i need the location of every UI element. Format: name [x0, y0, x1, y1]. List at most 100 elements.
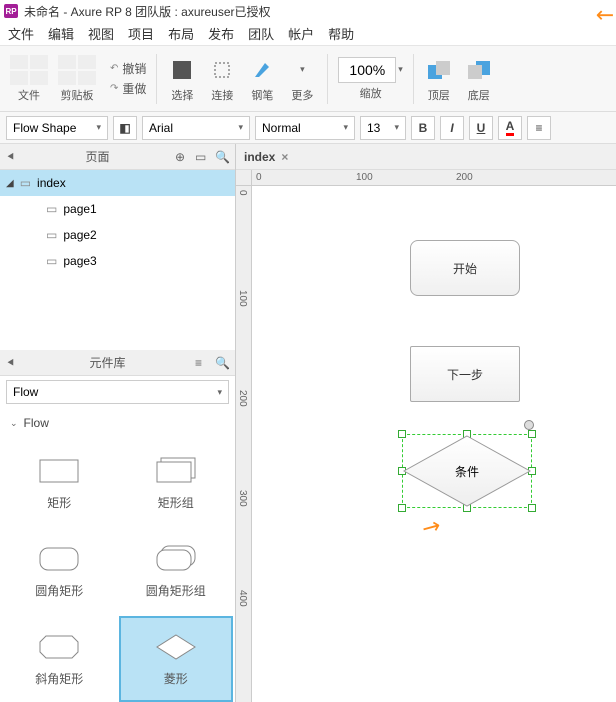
text-color-button[interactable]: A: [498, 116, 522, 140]
zoom-input[interactable]: 100%: [338, 57, 396, 83]
ruler-horizontal: 0 100 200: [252, 170, 616, 186]
widget-rectangle[interactable]: 矩形: [2, 440, 117, 526]
page-icon: ▭: [46, 254, 57, 268]
pages-panel-header: ⯇ 页面 ⊕ ▭ 🔍: [0, 144, 235, 170]
separator: [327, 54, 328, 104]
menu-layout[interactable]: 布局: [168, 24, 194, 43]
tab-index[interactable]: index ×: [244, 150, 288, 164]
menu-account[interactable]: 帐户: [288, 24, 314, 43]
menu-edit[interactable]: 编辑: [48, 24, 74, 43]
widget-diamond[interactable]: 菱形 ↙: [119, 616, 234, 702]
undo-button[interactable]: ↶撤销: [110, 60, 146, 77]
select-icon: [167, 55, 197, 85]
ruler-vertical: 0 100 200 300 400: [236, 186, 252, 702]
open-icon[interactable]: [10, 71, 28, 85]
back-icon: [464, 55, 494, 85]
connect-icon: [207, 55, 237, 85]
toolbar-clipboard-label: 剪贴板: [61, 87, 94, 103]
toolbar-clipboard-group[interactable]: 剪贴板: [58, 55, 96, 103]
export-icon[interactable]: [30, 71, 48, 85]
connect-tool[interactable]: 连接: [207, 55, 237, 103]
close-tab-icon[interactable]: ×: [281, 150, 288, 164]
send-back-button[interactable]: 底层: [464, 55, 494, 103]
page-icon: ▭: [46, 228, 57, 242]
separator: [156, 54, 157, 104]
front-icon: [424, 55, 454, 85]
zoom-group: 100%▾ 缩放: [338, 57, 402, 101]
tab-bar: index ×: [236, 144, 616, 170]
pointer-arrow-icon: ↗: [417, 511, 446, 543]
widget-bevel[interactable]: 斜角矩形: [2, 616, 117, 702]
expand-icon[interactable]: ◢: [6, 178, 14, 189]
save-icon[interactable]: [30, 55, 48, 69]
pen-icon: [247, 55, 277, 85]
flow-start-node[interactable]: 开始: [410, 240, 520, 296]
main-toolbar: 文件 剪贴板 ↶撤销 ↷重做 选择 连接 钢笔 ▾ 更多 100%▾ 缩放 顶层…: [0, 46, 616, 112]
widget-library: ⌄Flow 矩形 矩形组 圆角矩形 圆角矩形组: [0, 408, 235, 702]
app-logo-icon: RP: [4, 4, 18, 18]
menu-team[interactable]: 团队: [248, 24, 274, 43]
page-row[interactable]: ▭page2: [0, 222, 235, 248]
flow-condition-node[interactable]: 条件: [402, 434, 532, 508]
widget-rectangle-group[interactable]: 矩形组: [119, 440, 234, 526]
pages-tree: ◢ ▭ index ▭page1 ▭page2 ▭page3: [0, 170, 235, 350]
title-bar: RP 未命名 - Axure RP 8 团队版 : axureuser已授权: [0, 0, 616, 22]
flow-next-node[interactable]: 下一步: [410, 346, 520, 402]
size-select[interactable]: 13▾: [360, 116, 406, 140]
search-icon[interactable]: 🔍: [215, 150, 229, 164]
cut-icon[interactable]: [78, 55, 96, 69]
font-select[interactable]: Arial▾: [142, 116, 250, 140]
format-bar: Flow Shape▾ ◧ Arial▾ Normal▾ 13▾ B I U A…: [0, 112, 616, 144]
canvas[interactable]: 开始 下一步 条件: [252, 186, 616, 702]
collapse-icon[interactable]: ⯇: [6, 356, 20, 370]
italic-button[interactable]: I: [440, 116, 464, 140]
more-tool[interactable]: ▾ 更多: [287, 55, 317, 103]
rotate-handle[interactable]: [524, 420, 534, 430]
delete-icon[interactable]: [78, 71, 96, 85]
window-title: 未命名 - Axure RP 8 团队版 : axureuser已授权: [24, 3, 271, 20]
library-panel-header: ⯇ 元件库 ≡ 🔍: [0, 350, 235, 376]
widget-roundrect-group[interactable]: 圆角矩形组: [119, 528, 234, 614]
menu-help[interactable]: 帮助: [328, 24, 354, 43]
menu-file[interactable]: 文件: [8, 24, 34, 43]
list-button[interactable]: ≡: [527, 116, 551, 140]
search-icon[interactable]: 🔍: [215, 356, 229, 370]
copy-icon[interactable]: [58, 55, 76, 69]
add-folder-icon[interactable]: ▭: [195, 150, 209, 164]
new-icon[interactable]: [10, 55, 28, 69]
select-tool[interactable]: 选择: [167, 55, 197, 103]
page-row[interactable]: ▭page3: [0, 248, 235, 274]
redo-button[interactable]: ↷重做: [110, 80, 146, 97]
pen-tool[interactable]: 钢笔: [247, 55, 277, 103]
page-row-index[interactable]: ◢ ▭ index: [0, 170, 235, 196]
toolbar-file-label: 文件: [18, 87, 40, 103]
weight-select[interactable]: Normal▾: [255, 116, 355, 140]
menu-project[interactable]: 项目: [128, 24, 154, 43]
more-icon: ▾: [287, 55, 317, 85]
separator: [413, 54, 414, 104]
menu-publish[interactable]: 发布: [208, 24, 234, 43]
toolbar-file-group[interactable]: 文件: [10, 55, 48, 103]
left-sidebar: ⯇ 页面 ⊕ ▭ 🔍 ◢ ▭ index ▭page1 ▭page2 ▭page…: [0, 144, 236, 702]
paste-icon[interactable]: [58, 71, 76, 85]
page-icon: ▭: [46, 202, 57, 216]
library-select[interactable]: Flow▾: [6, 380, 229, 404]
menu-bar: 文件 编辑 视图 项目 布局 发布 团队 帐户 帮助: [0, 22, 616, 46]
page-row[interactable]: ▭page1: [0, 196, 235, 222]
ruler-corner: [236, 170, 252, 186]
shape-select[interactable]: Flow Shape▾: [6, 116, 108, 140]
underline-button[interactable]: U: [469, 116, 493, 140]
bold-button[interactable]: B: [411, 116, 435, 140]
collapse-icon[interactable]: ⯇: [6, 150, 20, 164]
add-page-icon[interactable]: ⊕: [175, 150, 189, 164]
editor-area: index × 0 100 200 0 100 200 300 400 开始 下…: [236, 144, 616, 702]
undo-redo-group: ↶撤销 ↷重做: [110, 60, 146, 97]
menu-view[interactable]: 视图: [88, 24, 114, 43]
canvas-wrapper: 0 100 200 0 100 200 300 400 开始 下一步: [236, 170, 616, 702]
category-flow[interactable]: ⌄Flow: [0, 408, 235, 438]
widget-roundrect[interactable]: 圆角矩形: [2, 528, 117, 614]
zoom-dropdown-icon[interactable]: ▾: [398, 64, 403, 75]
menu-icon[interactable]: ≡: [195, 356, 209, 370]
bring-front-button[interactable]: 顶层: [424, 55, 454, 103]
fill-icon[interactable]: ◧: [113, 116, 137, 140]
